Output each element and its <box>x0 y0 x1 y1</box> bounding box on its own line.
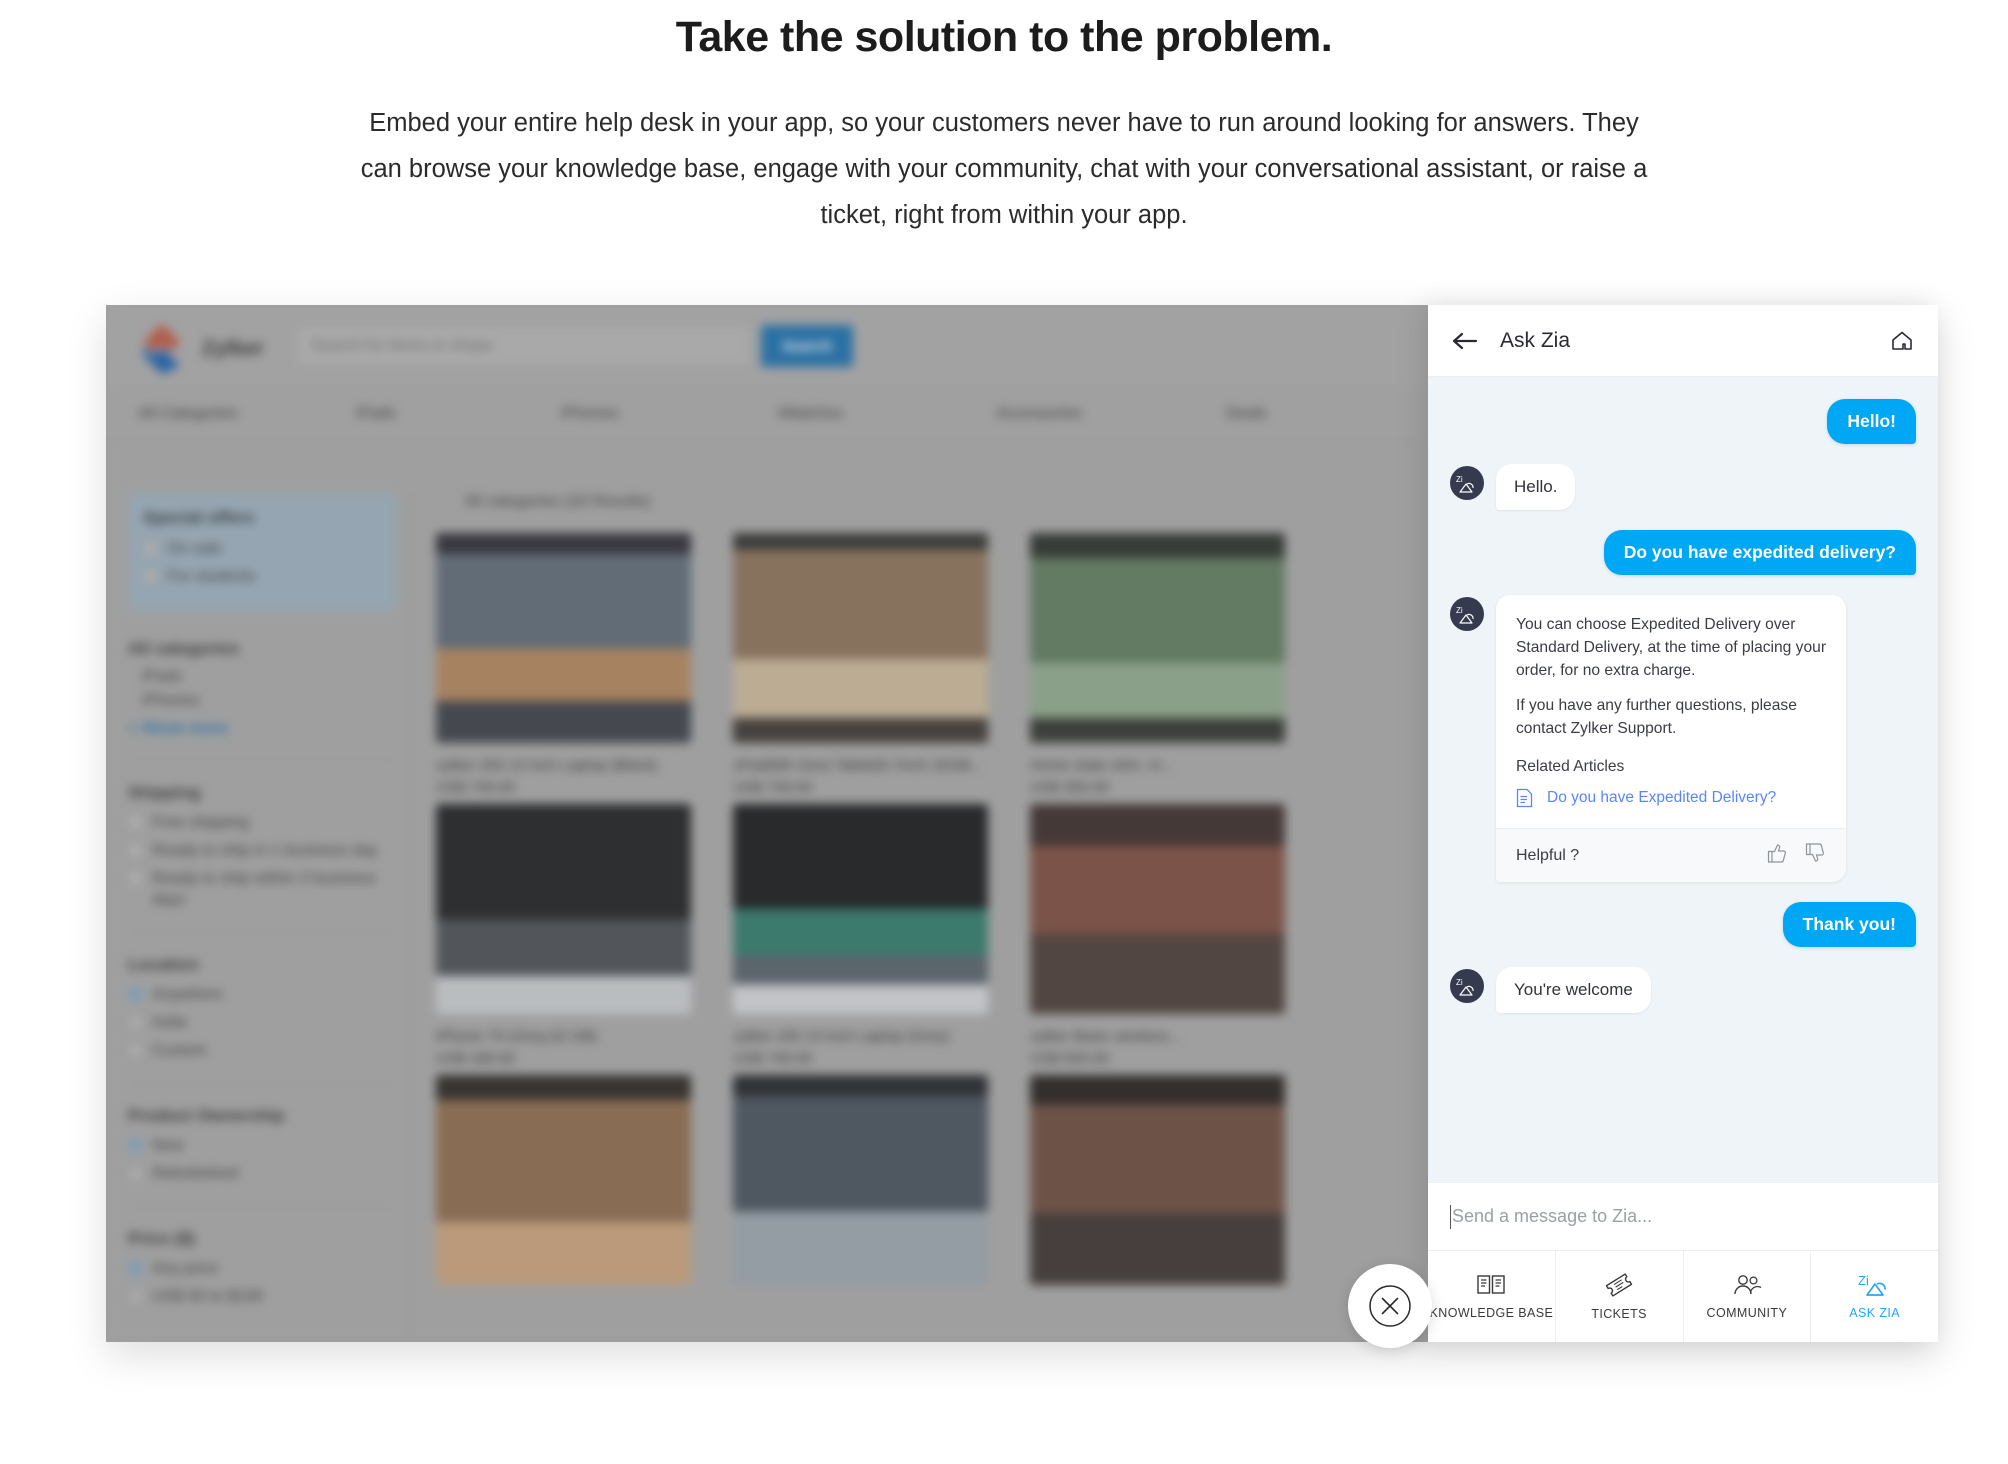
answer-card: You can choose Expedited Delivery over S… <box>1496 595 1846 882</box>
text-caret <box>1450 1204 1451 1229</box>
answer-card-body: You can choose Expedited Delivery over S… <box>1496 595 1846 828</box>
message-bubble-user: Thank you! <box>1782 902 1916 947</box>
ticket-icon <box>1605 1273 1633 1297</box>
document-icon <box>1516 788 1533 808</box>
people-icon <box>1734 1275 1762 1295</box>
page-title: Take the solution to the problem. <box>675 13 1333 61</box>
thumbs-down-icon[interactable] <box>1804 842 1826 869</box>
related-article-link[interactable]: Do you have Expedited Delivery? <box>1547 789 1776 807</box>
message-composer[interactable]: Send a message to Zia... <box>1428 1182 1938 1250</box>
message-row-user: Hello! <box>1450 399 1916 444</box>
composer-placeholder: Send a message to Zia... <box>1452 1206 1653 1226</box>
zia-avatar-icon: Zi <box>1450 466 1484 500</box>
tab-knowledge-base[interactable]: KNOWLEDGE BASE <box>1428 1251 1556 1342</box>
message-row-bot: Zi You're welcome <box>1450 967 1916 1013</box>
zia-logo-icon: Zi <box>1858 1273 1886 1296</box>
feedback-label: Helpful ? <box>1516 846 1580 864</box>
message-bubble-bot: Hello. <box>1496 464 1576 510</box>
tab-label: ASK ZIA <box>1849 1306 1900 1320</box>
zia-avatar-icon: Zi <box>1450 969 1484 1003</box>
message-row-bot-card: Zi You can choose Expedited Delivery ove… <box>1450 595 1916 882</box>
svg-text:Zi: Zi <box>1456 606 1463 615</box>
tab-tickets[interactable]: TICKETS <box>1556 1251 1684 1342</box>
widget-header: Ask Zia <box>1428 305 1938 377</box>
thumbs-up-icon[interactable] <box>1766 842 1788 869</box>
message-bubble-bot: You're welcome <box>1496 967 1651 1013</box>
page-subtitle: Embed your entire help desk in your app,… <box>360 109 1648 229</box>
message-bubble-user: Do you have expedited delivery? <box>1603 530 1916 575</box>
related-articles-title: Related Articles <box>1516 758 1625 775</box>
close-widget-button[interactable] <box>1348 1264 1432 1348</box>
svg-text:Zi: Zi <box>1456 475 1463 484</box>
close-circle-icon <box>1369 1285 1411 1327</box>
message-row-bot: Zi Hello. <box>1450 464 1916 510</box>
back-arrow-icon[interactable] <box>1452 331 1478 351</box>
message-bubble-user: Hello! <box>1827 399 1916 444</box>
answer-paragraph: You can choose Expedited Delivery over S… <box>1516 616 1827 679</box>
message-list: Hello! Zi Hello. Do you have expedited d… <box>1428 377 1938 1182</box>
tab-community[interactable]: COMMUNITY <box>1684 1251 1812 1342</box>
svg-text:Zi: Zi <box>1456 978 1463 987</box>
svg-text:Zi: Zi <box>1858 1273 1869 1288</box>
home-icon[interactable] <box>1890 329 1914 353</box>
ask-zia-widget: Ask Zia Hello! Zi Hello. Do you have exp… <box>1428 305 1938 1342</box>
zia-avatar-icon: Zi <box>1450 597 1484 631</box>
related-article-item[interactable]: Do you have Expedited Delivery? <box>1516 788 1826 808</box>
tab-label: COMMUNITY <box>1706 1306 1788 1320</box>
tab-label: TICKETS <box>1591 1307 1647 1321</box>
widget-tabbar: KNOWLEDGE BASE TICKETS COMMUNITY Zi ASK … <box>1428 1250 1938 1342</box>
feedback-bar: Helpful ? <box>1496 828 1846 882</box>
tab-ask-zia[interactable]: Zi ASK ZIA <box>1811 1251 1938 1342</box>
tab-label: KNOWLEDGE BASE <box>1429 1306 1554 1320</box>
book-icon <box>1477 1275 1506 1294</box>
widget-title: Ask Zia <box>1500 328 1571 352</box>
answer-paragraph: If you have any further questions, pleas… <box>1516 697 1797 737</box>
feedback-buttons <box>1766 842 1826 869</box>
message-row-user: Do you have expedited delivery? <box>1450 530 1916 575</box>
page-root: Take the solution to the problem. Embed … <box>0 0 2008 1464</box>
message-row-user: Thank you! <box>1450 902 1916 947</box>
